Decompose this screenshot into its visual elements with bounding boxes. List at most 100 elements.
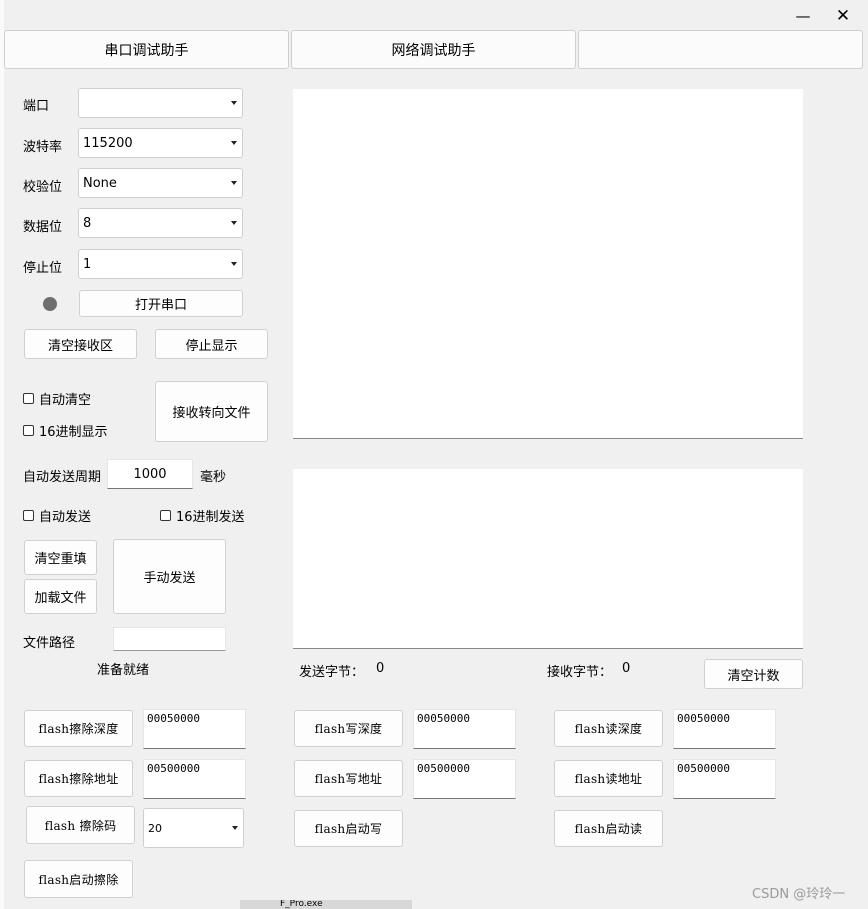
- databits-select[interactable]: 8: [78, 208, 243, 238]
- hex-display-checkbox[interactable]: 16进制显示: [23, 421, 108, 440]
- clear-receive-label: 清空接收区: [47, 338, 113, 354]
- flash-erase-code-label: flash 擦除码: [44, 818, 117, 833]
- flash-write-address-value: 00500000: [417, 762, 470, 775]
- clear-counter-button[interactable]: 清空计数: [704, 659, 803, 689]
- flash-read-depth-value: 00050000: [677, 712, 730, 725]
- flash-read-address-value: 00500000: [677, 762, 730, 775]
- chevron-down-icon: [231, 221, 237, 225]
- flash-erase-code-button[interactable]: flash 擦除码: [26, 806, 135, 844]
- flash-read-depth-input[interactable]: 00050000: [673, 709, 776, 749]
- flash-read-depth-button[interactable]: flash读深度: [554, 710, 663, 747]
- stop-display-button[interactable]: 停止显示: [155, 329, 268, 359]
- flash-start-write-button[interactable]: flash启动写: [294, 810, 403, 847]
- stopbits-label: 停止位: [23, 261, 63, 276]
- clear-refill-button[interactable]: 清空重填: [24, 540, 97, 575]
- recv-bytes-label: 接收字节：: [547, 665, 613, 680]
- flash-read-address-label: flash读地址: [574, 772, 643, 786]
- auto-send-checkbox[interactable]: 自动发送: [23, 506, 91, 525]
- flash-read-address-input[interactable]: 00500000: [673, 759, 776, 799]
- port-select[interactable]: [78, 88, 243, 118]
- baud-select-value: 115200: [83, 135, 133, 151]
- auto-send-period-value: 1000: [133, 466, 167, 482]
- parity-select-value: None: [83, 175, 117, 191]
- flash-erase-address-input[interactable]: 00500000: [143, 759, 246, 799]
- stopbits-select-value: 1: [83, 256, 92, 272]
- auto-send-period-input[interactable]: 1000: [107, 459, 193, 489]
- minimize-icon: —: [795, 7, 811, 25]
- sent-bytes-value: 0: [376, 661, 385, 676]
- flash-write-address-button[interactable]: flash写地址: [294, 760, 403, 797]
- close-icon: ✕: [835, 6, 851, 26]
- flash-erase-depth-input[interactable]: 00050000: [143, 709, 246, 749]
- load-file-button[interactable]: 加载文件: [24, 579, 97, 614]
- chevron-down-icon: [231, 101, 237, 105]
- background-fragment-text: F_Pro.exe: [280, 900, 323, 909]
- manual-send-label: 手动发送: [143, 571, 196, 586]
- tab-serial-label: 串口调试助手: [104, 42, 189, 59]
- flash-erase-code-select[interactable]: 20: [143, 808, 244, 848]
- checkbox-box: [160, 510, 171, 521]
- chevron-down-icon: [231, 141, 237, 145]
- tab-network-label: 网络调试助手: [391, 42, 476, 59]
- manual-send-button[interactable]: 手动发送: [113, 539, 226, 614]
- flash-start-read-button[interactable]: flash启动读: [554, 810, 663, 847]
- clear-counter-label: 清空计数: [727, 668, 780, 684]
- flash-erase-depth-label: flash擦除深度: [38, 722, 119, 736]
- flash-read-address-button[interactable]: flash读地址: [554, 760, 663, 797]
- checkbox-box: [23, 393, 34, 404]
- open-port-label: 打开串口: [134, 298, 187, 313]
- flash-start-write-label: flash启动写: [314, 822, 383, 836]
- flash-write-depth-label: flash写深度: [314, 722, 383, 736]
- flash-erase-depth-value: 00050000: [147, 712, 200, 725]
- clear-receive-button[interactable]: 清空接收区: [24, 329, 137, 359]
- parity-select[interactable]: None: [78, 168, 243, 198]
- auto-send-label: 自动发送: [39, 510, 92, 525]
- auto-clear-checkbox[interactable]: 自动清空: [23, 389, 91, 408]
- send-text-area[interactable]: [293, 469, 803, 649]
- tab-blank[interactable]: [578, 30, 863, 69]
- flash-erase-address-value: 00500000: [147, 762, 200, 775]
- port-status-indicator: [43, 297, 57, 311]
- sent-bytes-label: 发送字节：: [299, 665, 365, 680]
- chevron-down-icon: [231, 262, 237, 266]
- databits-label: 数据位: [23, 220, 63, 235]
- flash-write-depth-value: 00050000: [417, 712, 470, 725]
- flash-write-address-label: flash写地址: [314, 772, 383, 786]
- flash-read-depth-label: flash读深度: [574, 722, 643, 736]
- baud-select[interactable]: 115200: [78, 128, 243, 158]
- hex-send-label: 16进制发送: [176, 510, 245, 525]
- flash-erase-address-button[interactable]: flash擦除地址: [24, 760, 133, 797]
- tab-serial-assistant[interactable]: 串口调试助手: [4, 30, 289, 69]
- tab-network-assistant[interactable]: 网络调试助手: [291, 30, 576, 69]
- checkbox-box: [23, 425, 34, 436]
- stop-display-label: 停止显示: [185, 338, 238, 354]
- baud-label: 波特率: [23, 140, 63, 155]
- recv-bytes-value: 0: [622, 661, 631, 676]
- period-unit-label: 毫秒: [200, 470, 227, 485]
- flash-write-depth-input[interactable]: 00050000: [413, 709, 516, 749]
- stopbits-select[interactable]: 1: [78, 249, 243, 279]
- databits-select-value: 8: [83, 215, 92, 231]
- flash-erase-depth-button[interactable]: flash擦除深度: [24, 710, 133, 747]
- port-label: 端口: [23, 99, 50, 114]
- flash-start-read-label: flash启动读: [574, 822, 643, 836]
- status-text: 准备就绪: [97, 663, 150, 678]
- parity-label: 校验位: [23, 180, 63, 195]
- watermark: CSDN @玲玲一: [752, 887, 846, 902]
- file-path-input[interactable]: [113, 627, 226, 651]
- redirect-to-file-button[interactable]: 接收转向文件: [155, 381, 268, 442]
- load-file-label: 加载文件: [34, 591, 87, 606]
- receive-text-area[interactable]: [293, 89, 803, 439]
- open-port-button[interactable]: 打开串口: [79, 290, 243, 317]
- auto-clear-label: 自动清空: [39, 393, 92, 408]
- close-button[interactable]: ✕: [831, 6, 855, 26]
- minimize-button[interactable]: —: [792, 6, 814, 26]
- flash-erase-code-value: 20: [148, 821, 162, 835]
- hex-send-checkbox[interactable]: 16进制发送: [160, 506, 245, 525]
- flash-write-address-input[interactable]: 00500000: [413, 759, 516, 799]
- file-path-label: 文件路径: [23, 636, 76, 651]
- flash-write-depth-button[interactable]: flash写深度: [294, 710, 403, 747]
- flash-start-erase-button[interactable]: flash启动擦除: [24, 860, 133, 898]
- left-edge-strip: [0, 0, 4, 909]
- flash-erase-address-label: flash擦除地址: [38, 772, 119, 786]
